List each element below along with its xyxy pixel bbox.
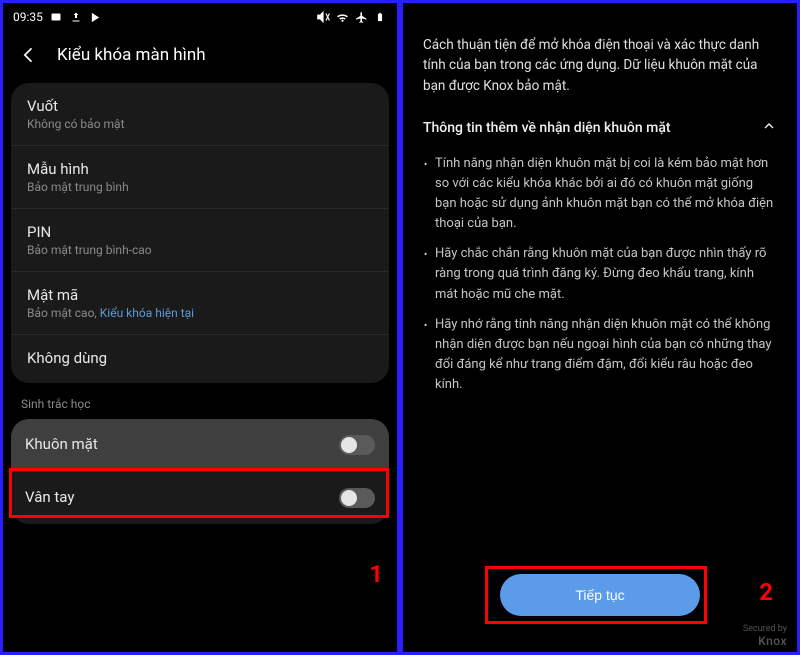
intro-text: Cách thuận tiện để mở khóa điện thoại và…	[423, 35, 777, 96]
option-title: Mẫu hình	[27, 160, 373, 178]
step-number: 2	[759, 578, 773, 606]
option-sub: Bảo mật trung bình	[27, 180, 373, 194]
screen-1-lock-types: 09:35	[0, 0, 400, 655]
option-title: Khuôn mặt	[25, 435, 98, 453]
more-info-toggle[interactable]: Thông tin thêm về nhận diện khuôn mặt	[423, 118, 777, 138]
info-bullets: Tính năng nhận diện khuôn mặt bị coi là …	[423, 154, 777, 396]
option-title: Vân tay	[25, 488, 74, 506]
lock-option-pin[interactable]: PIN Bảo mật trung bình-cao	[11, 209, 389, 272]
face-info-content: Cách thuận tiện để mở khóa điện thoại và…	[403, 3, 797, 395]
status-bar: 09:35	[3, 3, 397, 31]
mute-icon	[316, 10, 330, 24]
lock-option-pattern[interactable]: Mẫu hình Bảo mật trung bình	[11, 146, 389, 209]
battery-icon	[373, 10, 387, 24]
option-sub: Bảo mật cao, Kiểu khóa hiện tại	[27, 306, 373, 320]
option-sub: Không có bảo mật	[27, 117, 373, 131]
lock-type-panel: Vuốt Không có bảo mật Mẫu hình Bảo mật t…	[11, 83, 389, 383]
play-store-icon	[89, 10, 103, 24]
option-title: Không dùng	[27, 349, 373, 367]
biometric-section-label: Sinh trắc học	[3, 383, 397, 419]
step-number: 1	[369, 560, 383, 588]
lock-option-swipe[interactable]: Vuốt Không có bảo mật	[11, 83, 389, 146]
bullet-item: Hãy chắc chắn rằng khuôn mặt của bạn đượ…	[423, 244, 777, 304]
page-title: Kiểu khóa màn hình	[57, 45, 206, 65]
lock-option-password[interactable]: Mật mã Bảo mật cao, Kiểu khóa hiện tại	[11, 272, 389, 335]
biometric-face[interactable]: Khuôn mặt	[11, 419, 389, 472]
image-icon	[49, 10, 63, 24]
chevron-up-icon	[761, 118, 777, 138]
option-title: PIN	[27, 223, 373, 241]
bullet-item: Hãy nhớ rằng tính năng nhận diện khuôn m…	[423, 315, 777, 396]
face-toggle[interactable]	[339, 435, 375, 455]
option-sub: Bảo mật trung bình-cao	[27, 243, 373, 257]
current-lock-label: Kiểu khóa hiện tại	[100, 306, 194, 320]
fingerprint-toggle[interactable]	[339, 488, 375, 508]
upload-icon	[69, 10, 83, 24]
continue-button[interactable]: Tiếp tục	[500, 574, 700, 616]
biometric-panel: Khuôn mặt Vân tay	[11, 419, 389, 524]
bullet-item: Tính năng nhận diện khuôn mặt bị coi là …	[423, 154, 777, 235]
wifi-icon	[335, 10, 349, 24]
lock-option-none[interactable]: Không dùng	[11, 335, 389, 383]
more-info-label: Thông tin thêm về nhận diện khuôn mặt	[423, 120, 671, 136]
screen-2-face-info: Cách thuận tiện để mở khóa điện thoại và…	[400, 0, 800, 655]
airplane-icon	[354, 10, 368, 24]
option-title: Vuốt	[27, 97, 373, 115]
status-time: 09:35	[13, 10, 43, 24]
back-icon[interactable]	[19, 45, 39, 65]
knox-label: Knox	[743, 635, 787, 648]
continue-wrap: Tiếp tục	[403, 574, 797, 616]
biometric-fingerprint[interactable]: Vân tay	[11, 472, 389, 524]
page-header: Kiểu khóa màn hình	[3, 31, 397, 83]
knox-badge: Secured by Knox	[743, 625, 787, 648]
option-title: Mật mã	[27, 286, 373, 304]
